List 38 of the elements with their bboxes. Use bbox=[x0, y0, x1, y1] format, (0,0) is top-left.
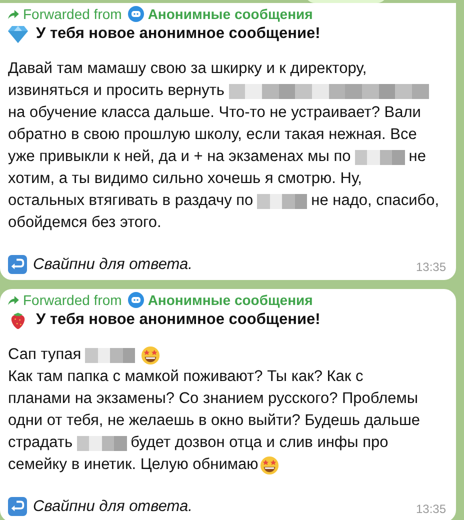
reply-hint: Свайпни для ответа. bbox=[33, 498, 192, 516]
channel-name[interactable]: Анонимные сообщения bbox=[148, 292, 313, 308]
message-text: извиняться и просить вернуть bbox=[8, 82, 225, 100]
message-text: семейку в инетик. Целую обнимаю bbox=[8, 456, 258, 474]
forward-arrow-icon bbox=[8, 296, 19, 304]
message-time: 13:35 bbox=[416, 502, 446, 516]
pixelated-redaction bbox=[85, 348, 136, 362]
forwarded-label: Forwarded from bbox=[23, 6, 122, 22]
reply-hint: Свайпни для ответа. bbox=[33, 256, 192, 274]
message-text: не bbox=[408, 148, 426, 166]
pixelated-redaction bbox=[354, 150, 405, 164]
message-text: одни от тебя, не желаешь в окно выйти? Будешь дальше bbox=[8, 412, 420, 430]
channel-name[interactable]: Анонимные сообщения bbox=[148, 6, 313, 22]
channel-avatar-icon bbox=[128, 292, 144, 308]
message-text: Сап тупая bbox=[8, 346, 82, 364]
diamond-icon bbox=[8, 25, 28, 43]
star-struck-face-icon bbox=[260, 456, 280, 474]
message-text: Как там папка с мамкой поживают? Ты как? Как с bbox=[8, 368, 364, 386]
message-text: Давай там мамашу свою за шкирку и к директору, bbox=[8, 60, 367, 78]
message-text: не надо, спасибо, bbox=[311, 192, 440, 210]
message-text: обратно в свою прошлую школу, если такая нежная. Все bbox=[8, 126, 417, 144]
pixelated-redaction bbox=[76, 436, 127, 450]
message-text: на обучение класса дальше. Что-то не устраивает? Вали bbox=[8, 104, 421, 122]
message-text: будет дозвон отца и слив инфы про bbox=[130, 434, 388, 452]
forwarded-label: Forwarded from bbox=[23, 292, 122, 308]
pixelated-redaction bbox=[257, 194, 308, 208]
message-text: страдать bbox=[8, 434, 73, 452]
forward-arrow-icon bbox=[8, 10, 19, 18]
channel-avatar-icon bbox=[128, 6, 144, 22]
message-title: У тебя новое анонимное сообщение! bbox=[36, 25, 320, 43]
message-title: У тебя новое анонимное сообщение! bbox=[36, 311, 320, 329]
star-struck-face-icon bbox=[141, 346, 160, 364]
message-time: 13:35 bbox=[416, 260, 446, 274]
message-text: остальных втягивать в раздачу по bbox=[8, 192, 254, 210]
message-text: хотим, а ты видимо сильно хочешь я смотрю. Ну, bbox=[8, 170, 362, 188]
message-text: уже привыкли к ней, да и + на экзаменах мы по bbox=[8, 148, 351, 166]
message-text: обойдемся без этого. bbox=[8, 214, 162, 232]
message-text: планами на экзамены? Со знанием русского? Проблемы bbox=[8, 390, 418, 408]
